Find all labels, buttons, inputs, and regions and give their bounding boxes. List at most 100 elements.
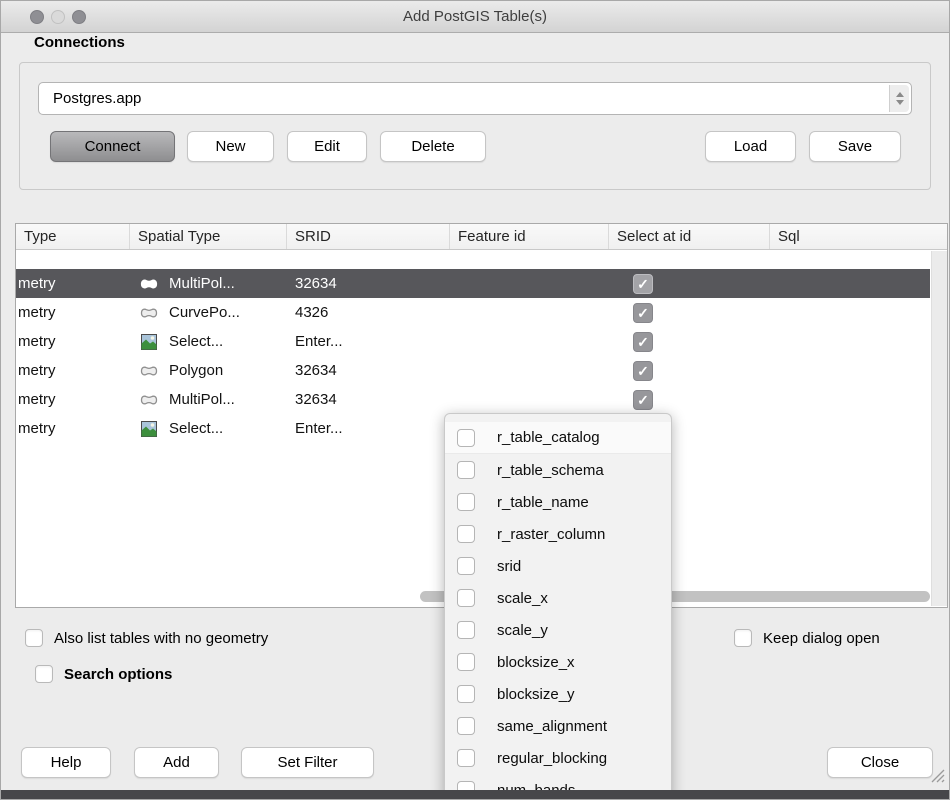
save-button[interactable]: Save	[809, 131, 901, 162]
cell-spatial-type: Select...	[169, 333, 223, 350]
table-row[interactable]: metry Select... Enter...	[16, 327, 930, 356]
chevron-up-icon	[896, 92, 904, 97]
popup-item-label: r_table_schema	[497, 462, 604, 479]
column-header-sql[interactable]: Sql	[770, 224, 947, 249]
popup-item[interactable]: r_table_catalog	[445, 422, 671, 454]
checkbox-icon[interactable]	[457, 717, 475, 735]
column-header-feature-id[interactable]: Feature id	[450, 224, 609, 249]
search-options-label: Search options	[64, 666, 172, 683]
titlebar[interactable]: Add PostGIS Table(s)	[1, 1, 949, 33]
select-at-id-checkbox[interactable]	[633, 390, 653, 410]
select-at-id-checkbox[interactable]	[633, 332, 653, 352]
polygon-icon	[138, 364, 160, 378]
also-list-tables-label: Also list tables with no geometry	[54, 630, 268, 647]
edit-button[interactable]: Edit	[287, 131, 367, 162]
select-at-id-checkbox[interactable]	[633, 274, 653, 294]
cell-type: metry	[16, 304, 130, 321]
connection-select[interactable]: Postgres.app	[38, 82, 912, 115]
checkbox-icon[interactable]	[457, 589, 475, 607]
curvepolygon-icon	[138, 306, 160, 320]
popup-item[interactable]: r_raster_column	[445, 518, 671, 550]
keep-dialog-open-checkbox[interactable]	[734, 629, 752, 647]
table-row[interactable]: metry CurvePo... 4326	[16, 298, 930, 327]
keep-dialog-open-label: Keep dialog open	[763, 630, 880, 647]
search-options-checkbox[interactable]	[35, 665, 53, 683]
checkbox-icon[interactable]	[457, 557, 475, 575]
popup-item[interactable]: blocksize_y	[445, 678, 671, 710]
checkbox-icon[interactable]	[457, 749, 475, 767]
raster-icon	[138, 421, 160, 437]
connections-group-label: Connections	[34, 34, 125, 51]
checkbox-icon[interactable]	[457, 493, 475, 511]
column-header-srid[interactable]: SRID	[287, 224, 450, 249]
keep-dialog-open-option: Keep dialog open	[734, 629, 880, 647]
table-row[interactable]: metry Polygon 32634	[16, 356, 930, 385]
add-postgis-tables-dialog: Add PostGIS Table(s) Connections Postgre…	[0, 0, 950, 800]
popup-item[interactable]: blocksize_x	[445, 646, 671, 678]
table-row[interactable]: metry MultiPol... 32634	[16, 385, 930, 414]
popup-item[interactable]: scale_x	[445, 582, 671, 614]
column-header-spatial-type[interactable]: Spatial Type	[130, 224, 287, 249]
multipolygon-icon	[138, 277, 160, 291]
close-window-icon[interactable]	[30, 10, 44, 24]
cell-spatial-type: Select...	[169, 420, 223, 437]
checkbox-icon[interactable]	[457, 685, 475, 703]
select-at-id-checkbox[interactable]	[633, 303, 653, 323]
column-header-select-at-id[interactable]: Select at id	[609, 224, 770, 249]
popup-item-label: blocksize_x	[497, 654, 575, 671]
popup-item-label: r_table_name	[497, 494, 589, 511]
new-button[interactable]: New	[187, 131, 274, 162]
combo-stepper-icon[interactable]	[889, 85, 909, 112]
table-header: Type Spatial Type SRID Feature id Select…	[16, 224, 947, 250]
zoom-window-icon[interactable]	[72, 10, 86, 24]
delete-button[interactable]: Delete	[380, 131, 486, 162]
popup-item-label: scale_x	[497, 590, 548, 607]
popup-item-label: scale_y	[497, 622, 548, 639]
load-button[interactable]: Load	[705, 131, 796, 162]
popup-item[interactable]: scale_y	[445, 614, 671, 646]
also-list-tables-checkbox[interactable]	[25, 629, 43, 647]
cell-type: metry	[16, 362, 130, 379]
cell-srid: 32634	[287, 391, 450, 408]
select-at-id-checkbox[interactable]	[633, 361, 653, 381]
connections-groupbox: Postgres.app Connect New Edit Delete Loa…	[19, 62, 931, 190]
help-button[interactable]: Help	[21, 747, 111, 778]
cell-spatial-type: MultiPol...	[169, 391, 235, 408]
set-filter-button[interactable]: Set Filter	[241, 747, 374, 778]
raster-columns-popup: r_table_catalog r_table_schema r_table_n…	[444, 413, 672, 800]
multipolygon-icon	[138, 393, 160, 407]
cell-type: metry	[16, 333, 130, 350]
connect-button[interactable]: Connect	[50, 131, 175, 162]
checkbox-icon[interactable]	[457, 621, 475, 639]
popup-item-label: r_table_catalog	[497, 429, 600, 446]
cell-type: metry	[16, 275, 130, 292]
checkbox-icon[interactable]	[457, 461, 475, 479]
popup-item[interactable]: r_table_schema	[445, 454, 671, 486]
also-list-tables-option: Also list tables with no geometry	[25, 629, 268, 647]
search-options-option: Search options	[35, 665, 172, 683]
cell-spatial-type: CurvePo...	[169, 304, 240, 321]
table-row[interactable]: metry MultiPol... 32634	[16, 269, 930, 298]
popup-item[interactable]: r_table_name	[445, 486, 671, 518]
checkbox-icon[interactable]	[457, 525, 475, 543]
cell-srid: 32634	[287, 362, 450, 379]
popup-item-label: same_alignment	[497, 718, 607, 735]
popup-item-label: r_raster_column	[497, 526, 605, 543]
cell-srid: 4326	[287, 304, 450, 321]
popup-item-label: regular_blocking	[497, 750, 607, 767]
add-button[interactable]: Add	[134, 747, 219, 778]
checkbox-icon[interactable]	[457, 653, 475, 671]
popup-item[interactable]: srid	[445, 550, 671, 582]
checkbox-icon[interactable]	[457, 429, 475, 447]
popup-item[interactable]: same_alignment	[445, 710, 671, 742]
vertical-scrollbar-track[interactable]	[931, 251, 947, 606]
close-button[interactable]: Close	[827, 747, 933, 778]
minimize-window-icon[interactable]	[51, 10, 65, 24]
cell-srid: 32634	[287, 275, 450, 292]
resize-grip-icon[interactable]	[928, 766, 946, 784]
popup-item[interactable]: regular_blocking	[445, 742, 671, 774]
column-header-type[interactable]: Type	[16, 224, 130, 249]
traffic-lights	[30, 10, 86, 24]
popup-item-label: srid	[497, 558, 521, 575]
connection-select-value: Postgres.app	[39, 83, 911, 114]
